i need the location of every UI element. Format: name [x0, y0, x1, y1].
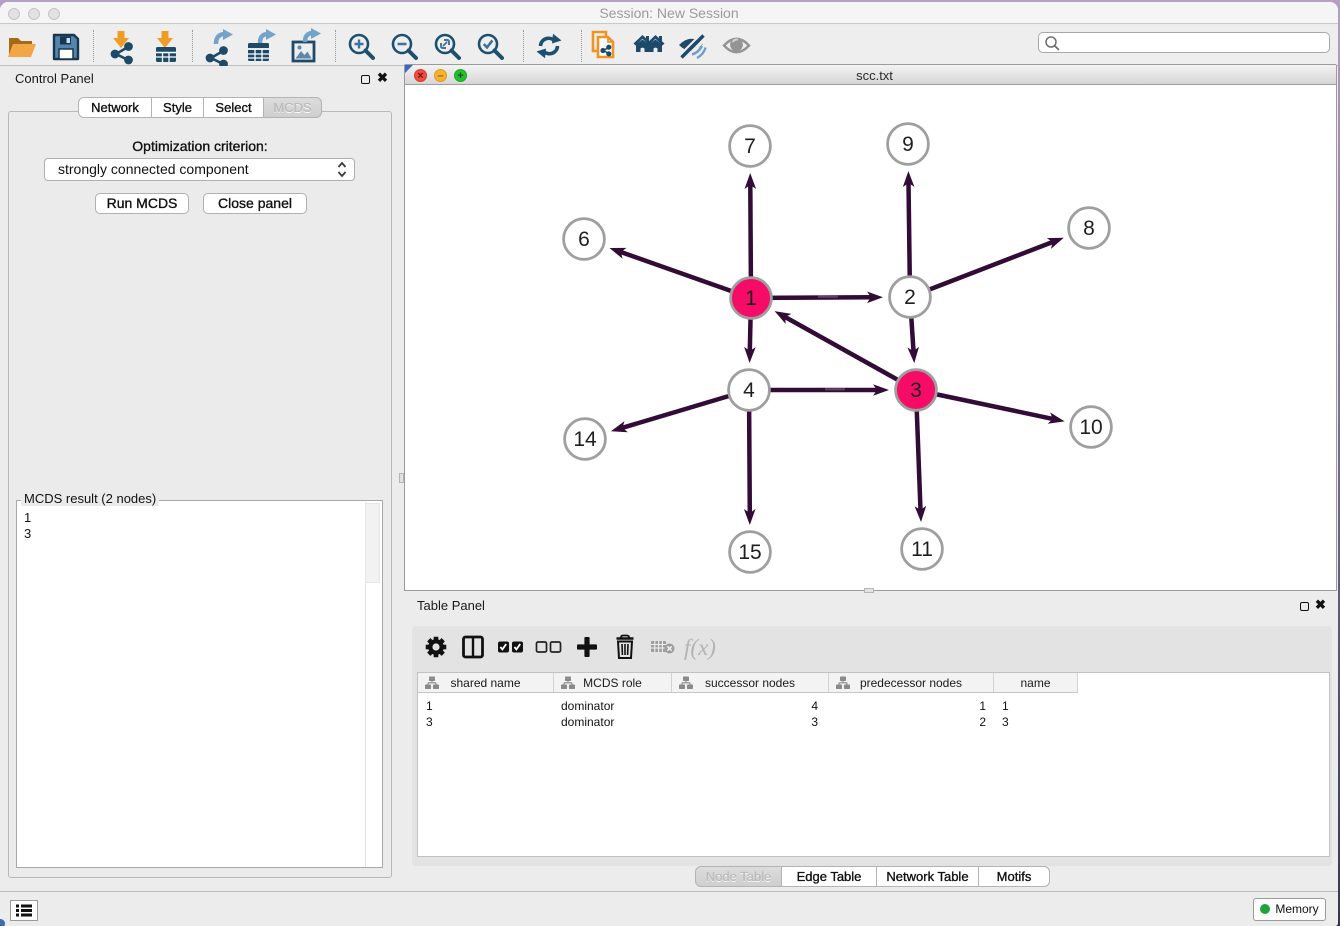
svg-text:8: 8	[1083, 217, 1095, 240]
svg-text:14: 14	[573, 428, 597, 451]
svg-text:11: 11	[911, 538, 933, 561]
svg-text:f(x): f(x)	[684, 635, 716, 660]
svg-text:6: 6	[578, 228, 590, 251]
svg-text:10: 10	[1079, 416, 1102, 439]
svg-text:9: 9	[902, 133, 914, 156]
svg-text:3: 3	[910, 379, 922, 402]
svg-text:7: 7	[744, 135, 756, 158]
svg-text:15: 15	[738, 541, 761, 564]
svg-text:2: 2	[904, 286, 916, 309]
svg-text:4: 4	[743, 379, 755, 402]
svg-text:1: 1	[745, 287, 757, 310]
